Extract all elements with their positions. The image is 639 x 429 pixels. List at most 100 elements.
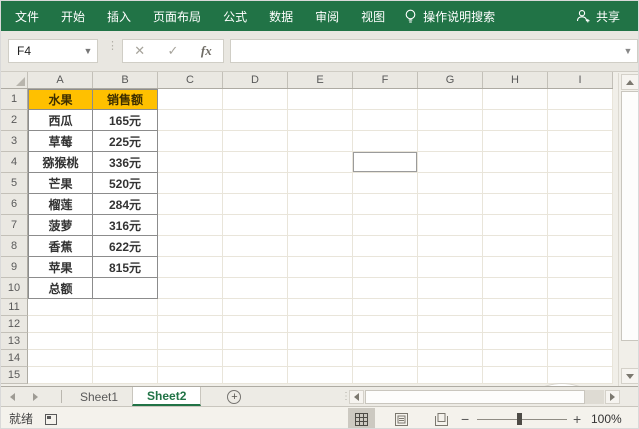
cell-G4[interactable] — [418, 152, 483, 173]
zoom-slider-thumb[interactable] — [517, 413, 522, 425]
cell-E12[interactable] — [288, 316, 353, 333]
cell-F1[interactable] — [353, 89, 418, 110]
cell-H11[interactable] — [483, 299, 548, 316]
cell-A15[interactable] — [28, 367, 93, 384]
cell-F4[interactable] — [353, 152, 418, 173]
row-header-10[interactable]: 10 — [1, 278, 28, 299]
cell-B15[interactable] — [93, 367, 158, 384]
cell-B12[interactable] — [93, 316, 158, 333]
cell-H13[interactable] — [483, 333, 548, 350]
cell-F13[interactable] — [353, 333, 418, 350]
cell-G8[interactable] — [418, 236, 483, 257]
scroll-right-button[interactable] — [605, 390, 620, 404]
page-break-preview-button[interactable] — [428, 408, 455, 429]
cell-A5[interactable]: 芒果 — [28, 173, 93, 194]
cell-E13[interactable] — [288, 333, 353, 350]
cell-C2[interactable] — [158, 110, 223, 131]
cell-B1[interactable]: 销售额 — [93, 89, 158, 110]
cell-E15[interactable] — [288, 367, 353, 384]
cell-I6[interactable] — [548, 194, 613, 215]
zoom-level[interactable]: 100% — [591, 412, 622, 426]
row-header-7[interactable]: 7 — [1, 215, 28, 236]
cell-A4[interactable]: 猕猴桃 — [28, 152, 93, 173]
cell-G6[interactable] — [418, 194, 483, 215]
cell-G5[interactable] — [418, 173, 483, 194]
cell-I1[interactable] — [548, 89, 613, 110]
cell-G14[interactable] — [418, 350, 483, 367]
zoom-slider-track[interactable] — [477, 419, 567, 420]
formula-input[interactable]: ▼ — [230, 39, 638, 63]
row-header-13[interactable]: 13 — [1, 333, 28, 350]
ribbon-tab-审阅[interactable]: 审阅 — [304, 1, 350, 31]
column-header-A[interactable]: A — [28, 72, 93, 88]
cell-G9[interactable] — [418, 257, 483, 278]
cell-H4[interactable] — [483, 152, 548, 173]
cell-G15[interactable] — [418, 367, 483, 384]
cell-C7[interactable] — [158, 215, 223, 236]
cell-E9[interactable] — [288, 257, 353, 278]
cell-A6[interactable]: 榴莲 — [28, 194, 93, 215]
name-box[interactable]: F4 ▼ — [8, 39, 98, 63]
cell-H1[interactable] — [483, 89, 548, 110]
cell-G7[interactable] — [418, 215, 483, 236]
macro-record-icon[interactable] — [45, 414, 57, 425]
row-header-4[interactable]: 4 — [1, 152, 28, 173]
cell-H14[interactable] — [483, 350, 548, 367]
share-button[interactable]: 共享 — [576, 8, 620, 25]
cell-D4[interactable] — [223, 152, 288, 173]
cell-D7[interactable] — [223, 215, 288, 236]
cell-D15[interactable] — [223, 367, 288, 384]
cell-I12[interactable] — [548, 316, 613, 333]
cell-E1[interactable] — [288, 89, 353, 110]
cell-I8[interactable] — [548, 236, 613, 257]
cell-I15[interactable] — [548, 367, 613, 384]
cell-E4[interactable] — [288, 152, 353, 173]
cell-I7[interactable] — [548, 215, 613, 236]
column-header-H[interactable]: H — [483, 72, 548, 88]
name-box-dropdown-icon[interactable]: ▼ — [79, 46, 97, 56]
column-header-D[interactable]: D — [223, 72, 288, 88]
cell-E2[interactable] — [288, 110, 353, 131]
cell-H15[interactable] — [483, 367, 548, 384]
row-header-8[interactable]: 8 — [1, 236, 28, 257]
column-header-B[interactable]: B — [93, 72, 158, 88]
next-sheet-button[interactable] — [24, 393, 47, 401]
cell-I11[interactable] — [548, 299, 613, 316]
enter-button[interactable]: ✓ — [156, 40, 189, 62]
vertical-scrollbar-thumb[interactable] — [621, 91, 639, 341]
cell-D11[interactable] — [223, 299, 288, 316]
cell-A12[interactable] — [28, 316, 93, 333]
cell-B2[interactable]: 165元 — [93, 110, 158, 131]
cell-C13[interactable] — [158, 333, 223, 350]
cell-C11[interactable] — [158, 299, 223, 316]
sheet-tab-sheet1[interactable]: Sheet1 — [66, 387, 132, 406]
normal-view-button[interactable] — [348, 408, 375, 429]
cell-H3[interactable] — [483, 131, 548, 152]
cell-D13[interactable] — [223, 333, 288, 350]
cell-B13[interactable] — [93, 333, 158, 350]
cell-C6[interactable] — [158, 194, 223, 215]
select-all-corner[interactable] — [1, 72, 28, 88]
cell-A9[interactable]: 苹果 — [28, 257, 93, 278]
cell-B14[interactable] — [93, 350, 158, 367]
cell-D12[interactable] — [223, 316, 288, 333]
cell-H9[interactable] — [483, 257, 548, 278]
row-header-11[interactable]: 11 — [1, 299, 28, 316]
row-header-1[interactable]: 1 — [1, 89, 28, 110]
cell-B3[interactable]: 225元 — [93, 131, 158, 152]
cell-E5[interactable] — [288, 173, 353, 194]
cell-E7[interactable] — [288, 215, 353, 236]
cell-D10[interactable] — [223, 278, 288, 299]
cell-C1[interactable] — [158, 89, 223, 110]
cell-F12[interactable] — [353, 316, 418, 333]
cell-F6[interactable] — [353, 194, 418, 215]
cell-D1[interactable] — [223, 89, 288, 110]
cell-A10[interactable]: 总额 — [28, 278, 93, 299]
cell-A3[interactable]: 草莓 — [28, 131, 93, 152]
cell-H7[interactable] — [483, 215, 548, 236]
ribbon-tab-插入[interactable]: 插入 — [96, 1, 142, 31]
cell-H2[interactable] — [483, 110, 548, 131]
cell-D6[interactable] — [223, 194, 288, 215]
ribbon-tab-开始[interactable]: 开始 — [50, 1, 96, 31]
cell-D2[interactable] — [223, 110, 288, 131]
